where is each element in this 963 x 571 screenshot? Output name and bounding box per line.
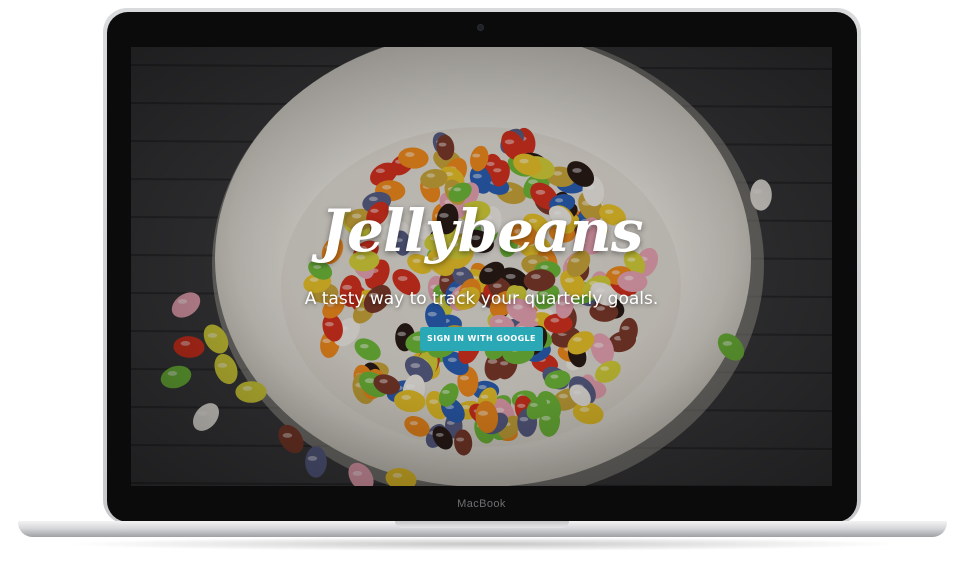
camera-icon [478, 25, 483, 30]
sign-in-with-google-button[interactable]: SIGN IN WITH GOOGLE [420, 327, 543, 351]
app-title: Jellybeans [320, 197, 644, 265]
base-shadow [60, 537, 905, 551]
trackpad-notch [395, 521, 569, 528]
device-brand-label: MacBook [457, 498, 506, 510]
hero: Jellybeans A tasty way to track your qua… [131, 47, 832, 486]
tagline: A tasty way to track your quarterly goal… [304, 289, 659, 309]
